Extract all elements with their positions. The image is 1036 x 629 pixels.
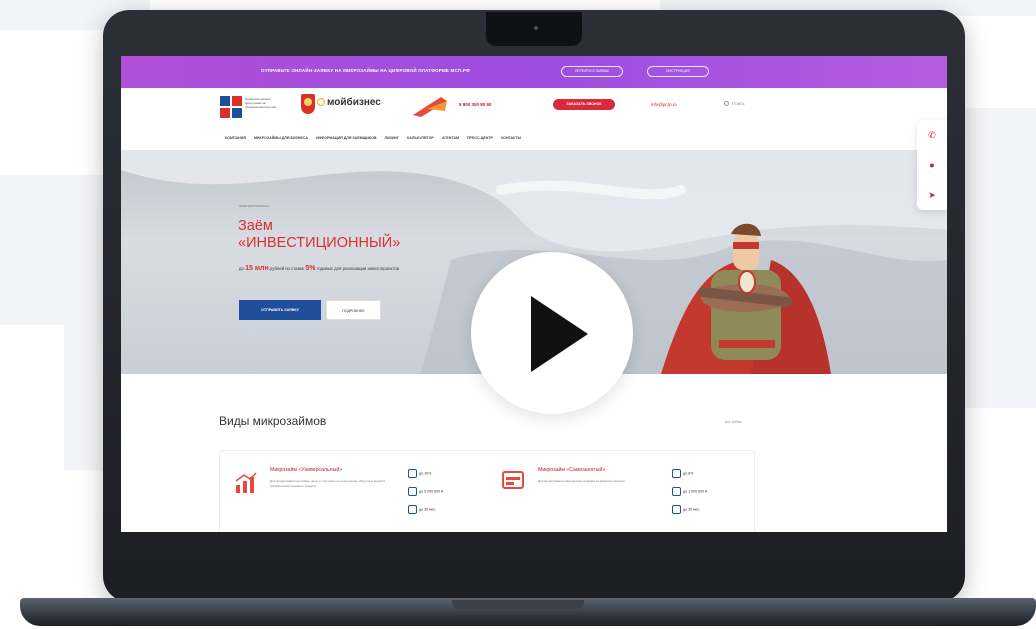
coin-icon [317, 98, 325, 107]
percent-icon [672, 469, 681, 478]
dart-logo-icon [413, 97, 447, 117]
card-universal-title[interactable]: Микрозайм «Универсальный» [270, 467, 342, 473]
camera-icon [534, 26, 538, 30]
calendar-icon [408, 505, 417, 514]
nav-item-press[interactable]: ПРЕСС-ЦЕНТР [467, 136, 493, 140]
fund-logo-text: Пермский краевой фонд развития предприни… [245, 97, 276, 109]
nav-item-contacts[interactable]: КОНТАКТЫ [501, 136, 521, 140]
chart-growth-icon [235, 472, 257, 493]
search-icon [724, 101, 729, 107]
submit-application-button[interactable]: ОТПРАВИТЬ ЗАЯВКУ [239, 300, 321, 320]
superhero-illustration [661, 223, 831, 374]
nav-item-calculator[interactable]: КАЛЬКУЛЯТОР [407, 136, 434, 140]
phone-number[interactable]: 8 800 300 80 90 [459, 102, 492, 107]
hero-title-line1: Заём [238, 218, 273, 234]
promo-topbar: ОТПРАВЬТЕ ОНЛАЙН-ЗАЯВКУ НА МИКРОЗАЙМЫ НА… [121, 56, 947, 88]
send-icon[interactable]: ➤ [917, 180, 947, 210]
site-header: Пермский краевой фонд развития предприни… [121, 88, 947, 130]
self-employed-icon [502, 471, 524, 489]
card-self-employed-desc: Для кредитования самозанятых граждан на … [538, 479, 625, 483]
nav-item-leasing[interactable]: ЛИЗИНГ [384, 136, 399, 140]
hero-kicker: ЗАЕМ ДЛЯ БИЗНЕСА [239, 204, 270, 208]
percent-icon [408, 469, 417, 478]
card-self-employed-amount: до 1 000 000 ₽ [672, 487, 707, 496]
moy-biznes-logo[interactable]: мойбизнес [317, 97, 381, 108]
card-universal-rate: до 10% [408, 469, 431, 478]
hero-subtitle: до 15 млн рублей по ставке 5% годовых дл… [239, 265, 400, 272]
go-to-application-button[interactable]: ПЕРЕЙТИ К ЗАЯВКЕ [561, 66, 623, 77]
main-nav: КОМПАНИЯ МИКРОЗАЙМЫ ДЛЯ БИЗНЕСА ИНФОРМАЦ… [121, 130, 947, 150]
search-input[interactable]: Поиск [724, 101, 744, 107]
nav-item-company[interactable]: КОМПАНИЯ [225, 136, 246, 140]
card-universal-desc: Для кредитования на любые цели, в том чи… [270, 479, 386, 488]
loan-rate: 5% [305, 265, 316, 272]
request-call-button[interactable]: ЗАКАЗАТЬ ЗВОНОК [553, 99, 615, 110]
laptop-base-groove [452, 600, 584, 609]
nav-item-agents[interactable]: АГЕНТАМ [442, 136, 459, 140]
card-self-employed-title[interactable]: Микрозайм «Самозанятый» [538, 467, 605, 473]
instruction-button[interactable]: ИНСТРУКЦИЯ [647, 66, 709, 77]
hero-title-line2: «ИНВЕСТИЦИОННЫЙ» [238, 235, 401, 251]
side-contact-widget: ✆ ● ➤ [917, 120, 947, 210]
calendar-icon [672, 505, 681, 514]
card-universal-amount: до 5 000 000 ₽ [408, 487, 443, 496]
phone-icon[interactable]: ✆ [917, 120, 947, 150]
fund-logo-icon[interactable] [220, 96, 242, 118]
nav-list: КОМПАНИЯ МИКРОЗАЙМЫ ДЛЯ БИЗНЕСА ИНФОРМАЦ… [225, 136, 521, 140]
nav-item-borrower-info[interactable]: ИНФОРМАЦИЯ ДЛЯ ЗАЕМЩИКОВ [316, 136, 377, 140]
background-panel-left-mid [0, 175, 110, 325]
money-icon [672, 487, 681, 496]
play-icon[interactable] [531, 296, 588, 372]
card-self-employed-term: до 36 мес. [672, 505, 700, 514]
card-universal-term: до 36 мес. [408, 505, 436, 514]
all-loans-link[interactable]: все займы [725, 420, 742, 424]
section-title: Виды микрозаймов [219, 414, 327, 428]
nav-item-microloans[interactable]: МИКРОЗАЙМЫ ДЛЯ БИЗНЕСА [254, 136, 308, 140]
money-icon [408, 487, 417, 496]
more-details-button[interactable]: ПОДРОБНЕЕ [326, 300, 381, 320]
promo-text: ОТПРАВЬТЕ ОНЛАЙН-ЗАЯВКУ НА МИКРОЗАЙМЫ НА… [261, 68, 471, 73]
card-self-employed-rate: до 8% [672, 469, 693, 478]
chat-icon[interactable]: ● [917, 150, 947, 180]
laptop-screen: ОТПРАВЬТЕ ОНЛАЙН-ЗАЯВКУ НА МИКРОЗАЙМЫ НА… [121, 56, 947, 532]
email-link[interactable]: info@pcrp.ru [651, 102, 677, 107]
perm-emblem-icon [301, 94, 315, 114]
loan-cards: Микрозайм «Универсальный» Для кредитован… [219, 450, 755, 532]
hero-title: Заём «ИНВЕСТИЦИОННЫЙ» [238, 218, 400, 252]
loan-amount: 15 млн [245, 265, 269, 272]
